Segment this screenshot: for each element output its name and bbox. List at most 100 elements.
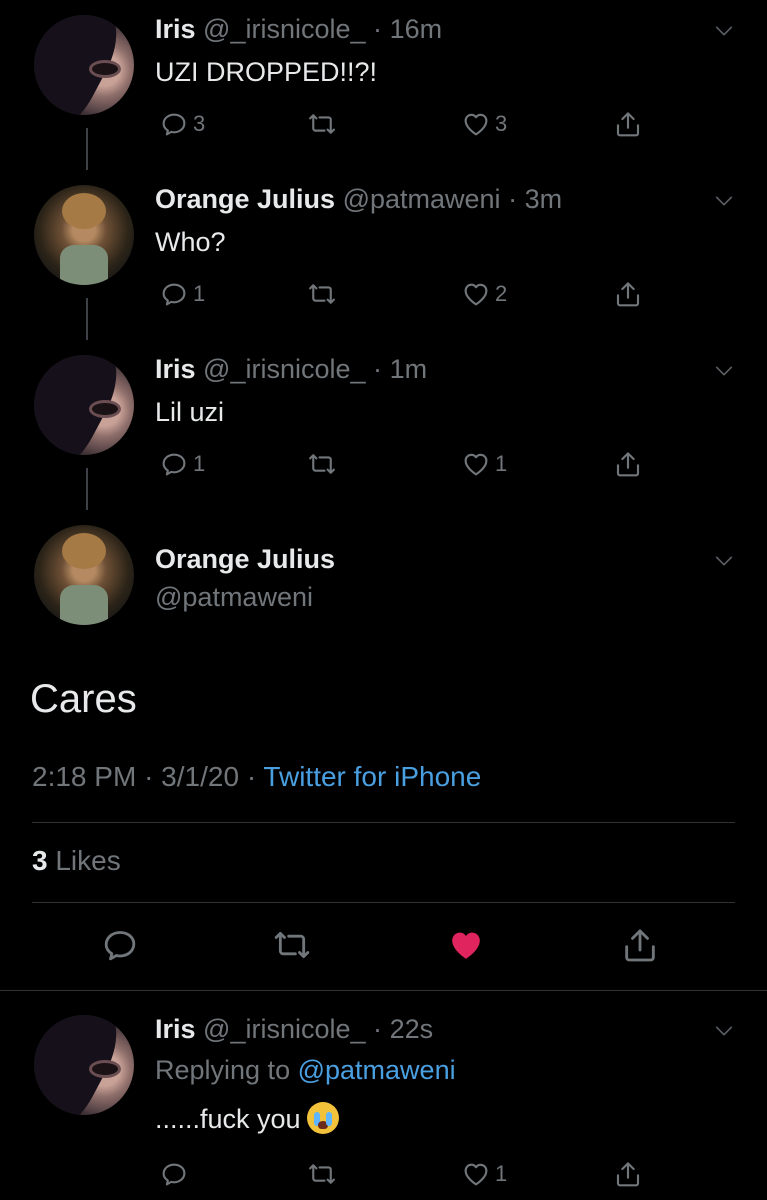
- tweet-time[interactable]: 22s: [390, 1014, 434, 1044]
- retweet-button[interactable]: [272, 925, 312, 965]
- author-name[interactable]: Iris: [155, 14, 196, 44]
- like-button[interactable]: 1: [461, 1154, 507, 1194]
- reply-button[interactable]: [100, 925, 140, 965]
- reply-tweet[interactable]: Iris @_irisnicole_ · 22s Replying to @pa…: [0, 1000, 767, 1200]
- separator: ·: [246, 761, 257, 792]
- tweet-text: UZI DROPPED!!?!: [155, 57, 378, 87]
- focused-tweet-actions: [0, 925, 767, 975]
- author-name[interactable]: Orange Julius: [155, 184, 335, 214]
- retweet-icon: [272, 925, 312, 965]
- author-name[interactable]: Orange Julius: [155, 544, 335, 575]
- reply-button[interactable]: 1: [159, 274, 205, 314]
- share-icon: [613, 279, 643, 309]
- retweet-button[interactable]: [307, 274, 337, 314]
- share-icon: [613, 1159, 643, 1189]
- tweet-source-link[interactable]: Twitter for iPhone: [263, 761, 481, 792]
- chevron-down-icon[interactable]: [713, 1020, 735, 1042]
- likes-summary[interactable]: 3 Likes: [32, 845, 121, 877]
- thread-tweet[interactable]: Iris @_irisnicole_ · 16m UZI DROPPED!!?!…: [0, 0, 767, 170]
- separator: ·: [508, 184, 518, 214]
- retweet-icon: [307, 109, 337, 139]
- separator: ·: [144, 761, 154, 792]
- like-button[interactable]: 1: [461, 444, 507, 484]
- author-name[interactable]: Iris: [155, 1014, 196, 1044]
- tweet-header: Orange Julius @patmaweni · 3m: [155, 184, 562, 215]
- tweet-header: Iris @_irisnicole_ · 16m: [155, 14, 442, 45]
- tweet-time[interactable]: 16m: [390, 14, 443, 44]
- tweet-text: Who?: [155, 227, 226, 257]
- likes-label: Likes: [55, 845, 121, 876]
- tweet-actions: 1 2: [155, 274, 675, 314]
- heart-icon: [461, 1159, 491, 1189]
- avatar[interactable]: [34, 525, 134, 625]
- focused-tweet: Orange Julius @patmaweni: [0, 510, 767, 990]
- reply-icon: [159, 109, 189, 139]
- retweet-icon: [307, 279, 337, 309]
- tweet-date: 3/1/20: [161, 761, 240, 792]
- author-name[interactable]: Iris: [155, 354, 196, 384]
- likes-count: 3: [32, 845, 48, 876]
- heart-icon: [446, 925, 486, 965]
- divider: [0, 990, 767, 991]
- tweet-time: 2:18 PM: [32, 761, 137, 792]
- divider: [32, 902, 735, 903]
- replying-to: Replying to @patmaweni: [155, 1055, 456, 1086]
- retweet-button[interactable]: [307, 444, 337, 484]
- share-button[interactable]: [613, 444, 643, 484]
- author-handle[interactable]: @patmaweni: [343, 184, 501, 214]
- author-handle[interactable]: @patmaweni: [155, 582, 313, 613]
- avatar[interactable]: [34, 355, 134, 455]
- tweet-header: Iris @_irisnicole_ · 22s: [155, 1014, 433, 1045]
- share-button[interactable]: [620, 925, 660, 965]
- reply-count: 1: [193, 281, 206, 306]
- retweet-button[interactable]: [307, 104, 337, 144]
- separator: ·: [373, 14, 383, 44]
- reply-button[interactable]: [159, 1154, 189, 1194]
- chevron-down-icon[interactable]: [713, 550, 735, 572]
- tweet-header: Iris @_irisnicole_ · 1m: [155, 354, 427, 385]
- chevron-down-icon[interactable]: [713, 20, 735, 42]
- reply-icon: [159, 279, 189, 309]
- reply-icon: [159, 1159, 189, 1189]
- tweet-text: Lil uzi: [155, 397, 225, 427]
- share-icon: [613, 109, 643, 139]
- reply-icon: [159, 449, 189, 479]
- heart-icon: [461, 449, 491, 479]
- avatar[interactable]: [34, 1015, 134, 1115]
- share-icon: [620, 925, 660, 965]
- replying-to-handle[interactable]: @patmaweni: [298, 1055, 456, 1085]
- reply-button[interactable]: 3: [159, 104, 205, 144]
- like-button[interactable]: 2: [461, 274, 507, 314]
- divider: [32, 822, 735, 823]
- chevron-down-icon[interactable]: [713, 360, 735, 382]
- retweet-icon: [307, 449, 337, 479]
- retweet-button[interactable]: [307, 1154, 337, 1194]
- share-button[interactable]: [613, 104, 643, 144]
- author-handle[interactable]: @_irisnicole_: [203, 1014, 365, 1044]
- like-count: 1: [495, 451, 508, 476]
- heart-icon: [461, 109, 491, 139]
- reply-icon: [100, 925, 140, 965]
- tweet-actions: 3 3: [155, 104, 675, 144]
- share-icon: [613, 449, 643, 479]
- like-count: 1: [495, 1161, 508, 1186]
- avatar[interactable]: [34, 185, 134, 285]
- tweet-time[interactable]: 3m: [525, 184, 563, 214]
- reply-count: 3: [193, 111, 206, 136]
- avatar[interactable]: [34, 15, 134, 115]
- like-count: 2: [495, 281, 508, 306]
- like-button[interactable]: 3: [461, 104, 507, 144]
- like-button[interactable]: [446, 925, 486, 965]
- tweet-time[interactable]: 1m: [390, 354, 428, 384]
- share-button[interactable]: [613, 1154, 643, 1194]
- tweet-actions: 1: [155, 1154, 675, 1194]
- thread-tweet[interactable]: Orange Julius @patmaweni · 3m Who? 1 2: [0, 170, 767, 340]
- tweet-meta: 2:18 PM · 3/1/20 · Twitter for iPhone: [32, 761, 481, 793]
- reply-button[interactable]: 1: [159, 444, 205, 484]
- tweet-text: ......fuck you: [155, 1104, 301, 1134]
- share-button[interactable]: [613, 274, 643, 314]
- author-handle[interactable]: @_irisnicole_: [203, 14, 365, 44]
- thread-tweet[interactable]: Iris @_irisnicole_ · 1m Lil uzi 1 1: [0, 340, 767, 510]
- chevron-down-icon[interactable]: [713, 190, 735, 212]
- author-handle[interactable]: @_irisnicole_: [203, 354, 365, 384]
